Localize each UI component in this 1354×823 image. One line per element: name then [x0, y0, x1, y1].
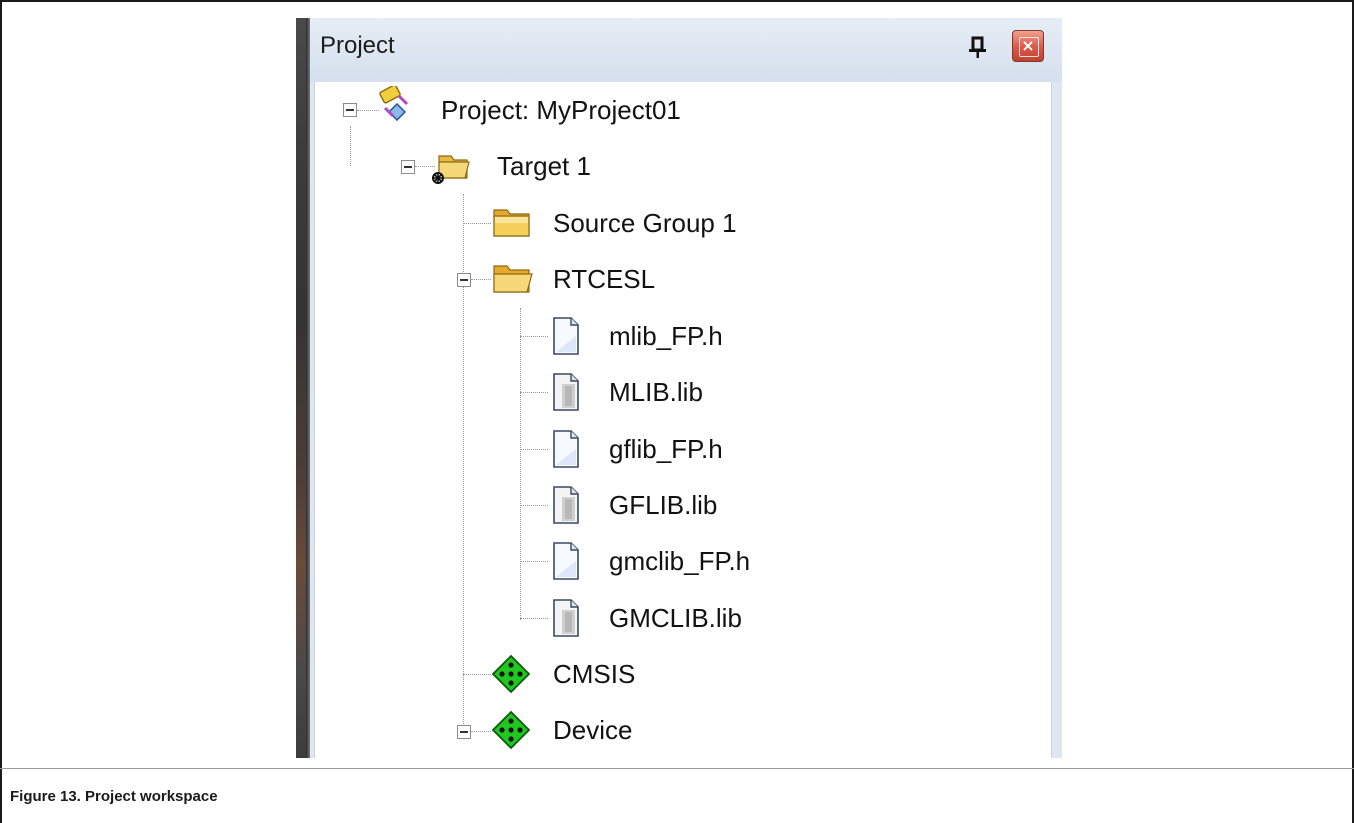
tree-item-file[interactable]: gmclib_FP.h: [609, 546, 750, 577]
collapse-toggle[interactable]: [457, 273, 471, 287]
tree-item-file[interactable]: GFLIB.lib: [609, 490, 717, 521]
project-pane: Project × Project: MyProject01 Target 1 …: [310, 18, 1062, 758]
folder-icon: [493, 209, 530, 237]
tree-item-file[interactable]: gflib_FP.h: [609, 434, 723, 465]
tree-line: [520, 561, 548, 562]
pane-title: Project: [320, 32, 395, 59]
collapse-toggle[interactable]: [343, 103, 357, 117]
library-file-icon: [553, 373, 579, 411]
close-icon: ×: [1021, 36, 1035, 55]
software-component-icon: [491, 654, 531, 694]
project-tree[interactable]: Project: MyProject01 Target 1 Source Gro…: [314, 82, 1052, 758]
library-file-icon: [553, 486, 579, 524]
tree-line: [520, 449, 548, 450]
tree-line: [463, 223, 491, 224]
close-button[interactable]: ×: [1012, 30, 1044, 62]
tree-item-project[interactable]: Project: MyProject01: [441, 95, 681, 126]
collapse-toggle[interactable]: [401, 160, 415, 174]
pane-header: Project ×: [310, 18, 1062, 82]
tree-item-source-group[interactable]: Source Group 1: [553, 208, 737, 239]
header-file-icon: [553, 430, 579, 468]
pin-icon: [969, 36, 986, 58]
folder-icon: [493, 265, 533, 293]
tree-line: [520, 618, 548, 619]
tree-line: [520, 392, 548, 393]
tree-line: [520, 308, 521, 620]
tree-item-cmsis[interactable]: CMSIS: [553, 659, 635, 690]
library-file-icon: [553, 599, 579, 637]
tree-item-file[interactable]: mlib_FP.h: [609, 321, 723, 352]
pin-button[interactable]: [964, 32, 992, 62]
tree-item-rtcesl[interactable]: RTCESL: [553, 264, 655, 295]
tree-line: [520, 505, 548, 506]
tree-line: [520, 336, 548, 337]
window-edge: [296, 18, 310, 758]
tree-item-target[interactable]: Target 1: [497, 151, 591, 182]
header-file-icon: [553, 317, 579, 355]
caption-divider: [0, 768, 1354, 769]
collapse-toggle[interactable]: [457, 725, 471, 739]
tree-item-file[interactable]: GMCLIB.lib: [609, 603, 742, 634]
tree-line: [350, 126, 351, 166]
header-file-icon: [553, 542, 579, 580]
software-component-icon: [491, 710, 531, 750]
tree-line: [471, 279, 491, 280]
tree-line: [471, 731, 491, 732]
tree-item-device[interactable]: Device: [553, 715, 632, 746]
target-folder-icon: [432, 155, 470, 184]
tree-item-file[interactable]: MLIB.lib: [609, 377, 703, 408]
project-icon: [379, 86, 409, 122]
tree-line: [463, 674, 491, 675]
figure-caption: Figure 13. Project workspace: [10, 788, 218, 805]
